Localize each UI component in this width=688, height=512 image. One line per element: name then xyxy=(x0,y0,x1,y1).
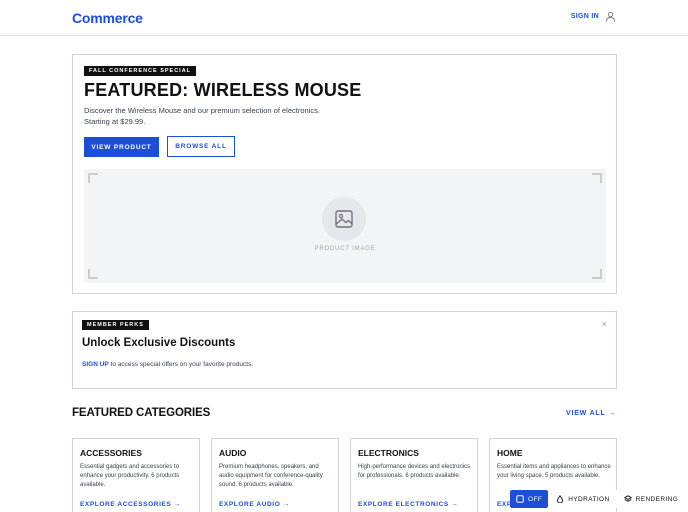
site-header: Commerce SIGN IN xyxy=(0,0,688,36)
categories-heading: FEATURED CATEGORIES xyxy=(72,407,211,419)
off-label: OFF xyxy=(528,495,543,503)
corner-mark xyxy=(592,173,602,183)
rendering-label: RENDERING xyxy=(635,495,679,503)
hero-badge: FALL CONFERENCE SPECIAL xyxy=(84,66,197,76)
category-description: Premium headphones, speakers, and audio … xyxy=(219,464,323,488)
logo[interactable]: Commerce xyxy=(72,10,143,26)
square-icon xyxy=(516,495,524,503)
category-card-electronics[interactable]: ELECTRONICS High-performance devices and… xyxy=(350,438,478,512)
category-title: AUDIO xyxy=(219,448,247,458)
browse-all-button[interactable]: BROWSE ALL xyxy=(167,136,235,157)
category-description: Essential items and appliances to enhanc… xyxy=(497,464,611,479)
category-title: ACCESSORIES xyxy=(80,448,142,458)
category-card-audio[interactable]: AUDIO Premium headphones, speakers, and … xyxy=(211,438,339,512)
view-all-link[interactable]: VIEW ALL → xyxy=(566,410,616,417)
corner-mark xyxy=(88,173,98,183)
dev-toolbar: OFF HYDRATION RENDERING xyxy=(510,490,685,508)
close-icon[interactable]: × xyxy=(602,319,607,329)
rendering-toggle[interactable]: RENDERING xyxy=(618,490,685,508)
perks-text: SIGN UP to access special offers on your… xyxy=(82,361,253,368)
hero-title: FEATURED: WIRELESS MOUSE xyxy=(84,80,362,100)
product-image-placeholder: PRODUCT IMAGE xyxy=(84,169,606,283)
featured-hero: FALL CONFERENCE SPECIAL FEATURED: WIRELE… xyxy=(72,54,617,294)
category-description: Essential gadgets and accessories to enh… xyxy=(80,464,180,488)
perks-title: Unlock Exclusive Discounts xyxy=(82,337,236,349)
layers-icon xyxy=(623,495,632,502)
image-icon-circle xyxy=(322,197,366,241)
corner-mark xyxy=(88,269,98,279)
corner-mark xyxy=(592,269,602,279)
explore-link[interactable]: EXPLORE AUDIO → xyxy=(219,501,290,508)
explore-link[interactable]: EXPLORE ACCESSORIES → xyxy=(80,501,181,508)
perks-description: to access special offers on your favorit… xyxy=(110,361,254,368)
off-toggle[interactable]: OFF xyxy=(510,490,549,508)
view-product-button[interactable]: VIEW PRODUCT xyxy=(84,137,159,157)
image-caption: PRODUCT IMAGE xyxy=(314,246,376,252)
hydration-label: HYDRATION xyxy=(568,495,610,503)
category-description: High-performance devices and electronics… xyxy=(358,464,471,479)
explore-link[interactable]: EXPLORE ELECTRONICS → xyxy=(358,501,458,508)
category-card-accessories[interactable]: ACCESSORIES Essential gadgets and access… xyxy=(72,438,200,512)
category-title: HOME xyxy=(497,448,523,458)
category-title: ELECTRONICS xyxy=(358,448,419,458)
image-icon xyxy=(335,210,353,228)
user-icon xyxy=(605,12,616,22)
hydration-toggle[interactable]: HYDRATION xyxy=(550,490,615,508)
hero-description: Discover the Wireless Mouse and our prem… xyxy=(84,106,320,126)
perks-badge: MEMBER PERKS xyxy=(82,320,149,330)
member-perks-banner: MEMBER PERKS Unlock Exclusive Discounts … xyxy=(72,311,617,389)
sign-in-label: SIGN IN xyxy=(570,13,599,20)
sign-in-link[interactable]: SIGN IN xyxy=(571,11,616,22)
droplet-icon xyxy=(557,495,564,503)
sign-up-link[interactable]: SIGN UP xyxy=(82,361,109,368)
